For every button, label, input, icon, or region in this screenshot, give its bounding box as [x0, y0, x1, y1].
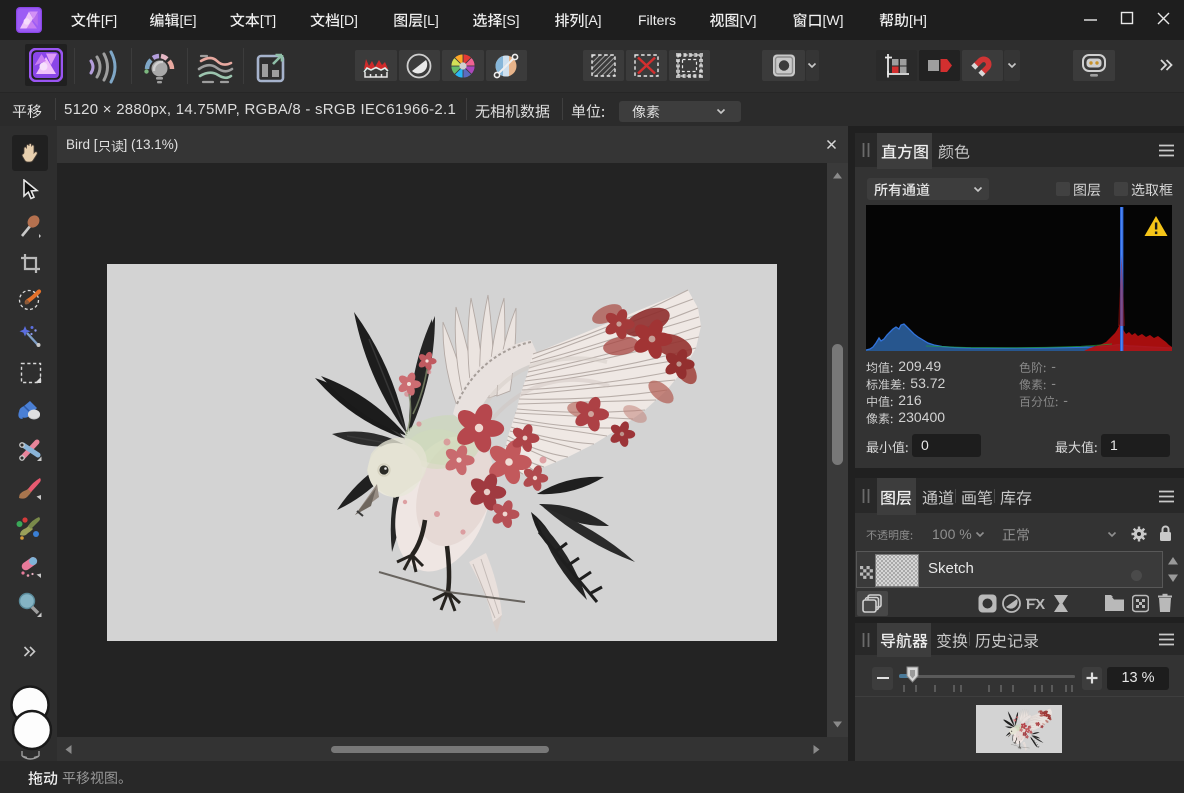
svg-text:FX: FX [1026, 596, 1045, 613]
